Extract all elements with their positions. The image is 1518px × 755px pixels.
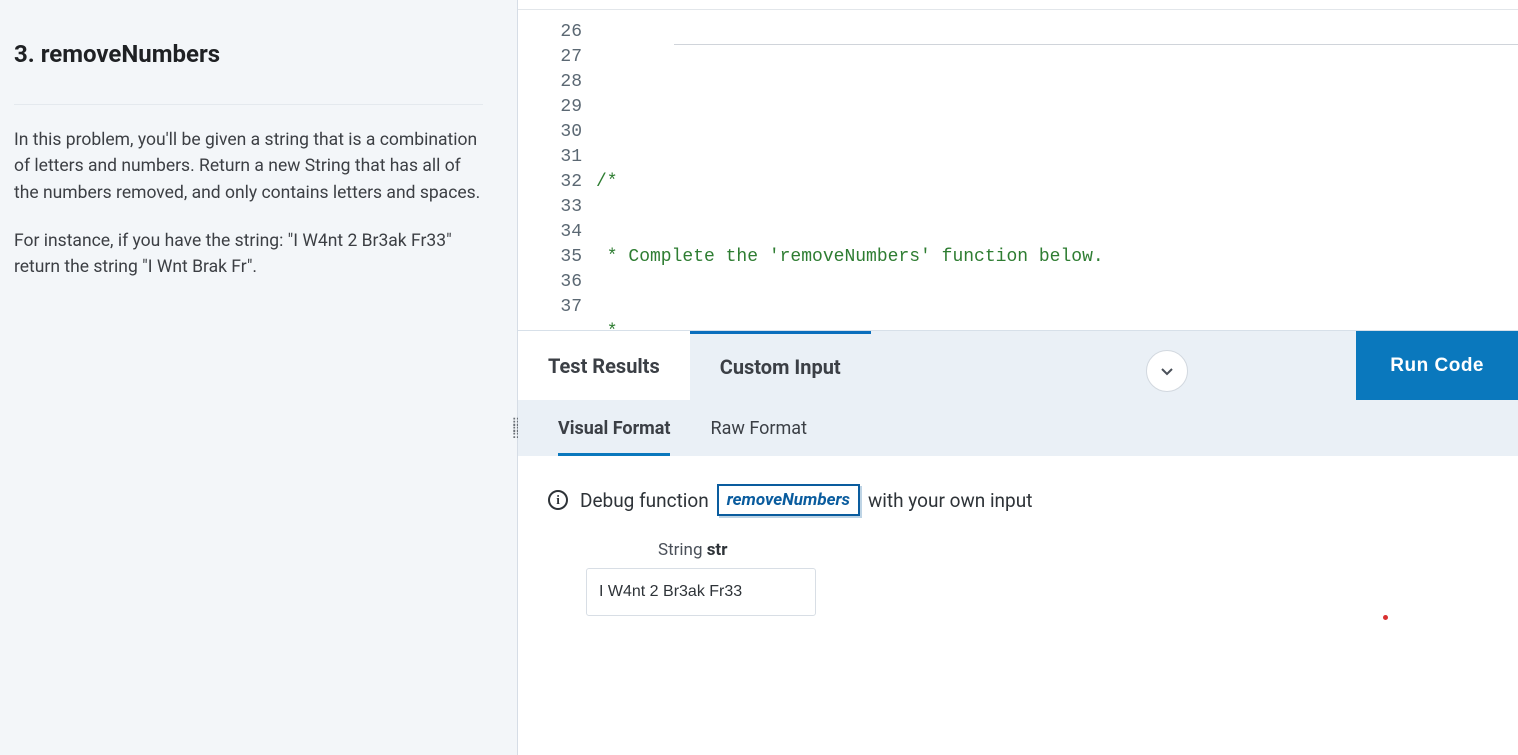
sub-tab-raw-format[interactable]: Raw Format (710, 418, 806, 456)
custom-input-field[interactable] (586, 568, 816, 616)
code-line-28[interactable]: * Complete the 'removeNumbers' function … (596, 245, 1518, 270)
info-icon: i (548, 490, 568, 510)
format-sub-tabs: Visual Format Raw Format (518, 400, 1518, 456)
custom-input-area: i Debug function removeNumbers with your… (518, 456, 1518, 644)
chevron-down-icon (1159, 363, 1175, 379)
current-line-highlight (674, 20, 1518, 45)
problem-description: In this problem, you'll be given a strin… (14, 127, 483, 280)
title-divider (14, 104, 483, 105)
code-editor[interactable]: 262728293031323334353637 /* * Complete t… (518, 10, 1518, 330)
code-line-26[interactable] (596, 95, 1518, 120)
debug-function-tag[interactable]: removeNumbers (717, 484, 860, 516)
problem-paragraph-2: For instance, if you have the string: "I… (14, 228, 483, 281)
problem-paragraph-1: In this problem, you'll be given a strin… (14, 127, 483, 206)
debug-prefix-text: Debug function (580, 489, 709, 512)
code-line-29[interactable]: * (596, 320, 1518, 330)
debug-suffix-text: with your own input (868, 489, 1032, 512)
code-content[interactable]: /* * Complete the 'removeNumbers' functi… (596, 10, 1518, 330)
sub-tab-visual-format[interactable]: Visual Format (558, 418, 670, 456)
problem-title: 3. removeNumbers (14, 40, 483, 80)
run-code-button[interactable]: Run Code (1356, 331, 1518, 400)
code-line-27[interactable]: /* (596, 170, 1518, 195)
input-param-label: String str (658, 540, 1488, 560)
results-tab-bar: Test Results Custom Input Run Code (518, 330, 1518, 400)
collapse-toggle-button[interactable] (1146, 350, 1188, 392)
tab-test-results[interactable]: Test Results (518, 331, 690, 400)
editor-panel: Language: JavaScript (Node.js) 262728293… (518, 0, 1518, 755)
editor-header: Language: JavaScript (Node.js) (518, 0, 1518, 10)
line-number-gutter: 262728293031323334353637 (518, 10, 596, 330)
tab-custom-input[interactable]: Custom Input (690, 331, 871, 400)
debug-description: i Debug function removeNumbers with your… (548, 484, 1488, 516)
problem-panel: 3. removeNumbers In this problem, you'll… (0, 0, 518, 755)
notification-dot-icon (1383, 615, 1388, 620)
